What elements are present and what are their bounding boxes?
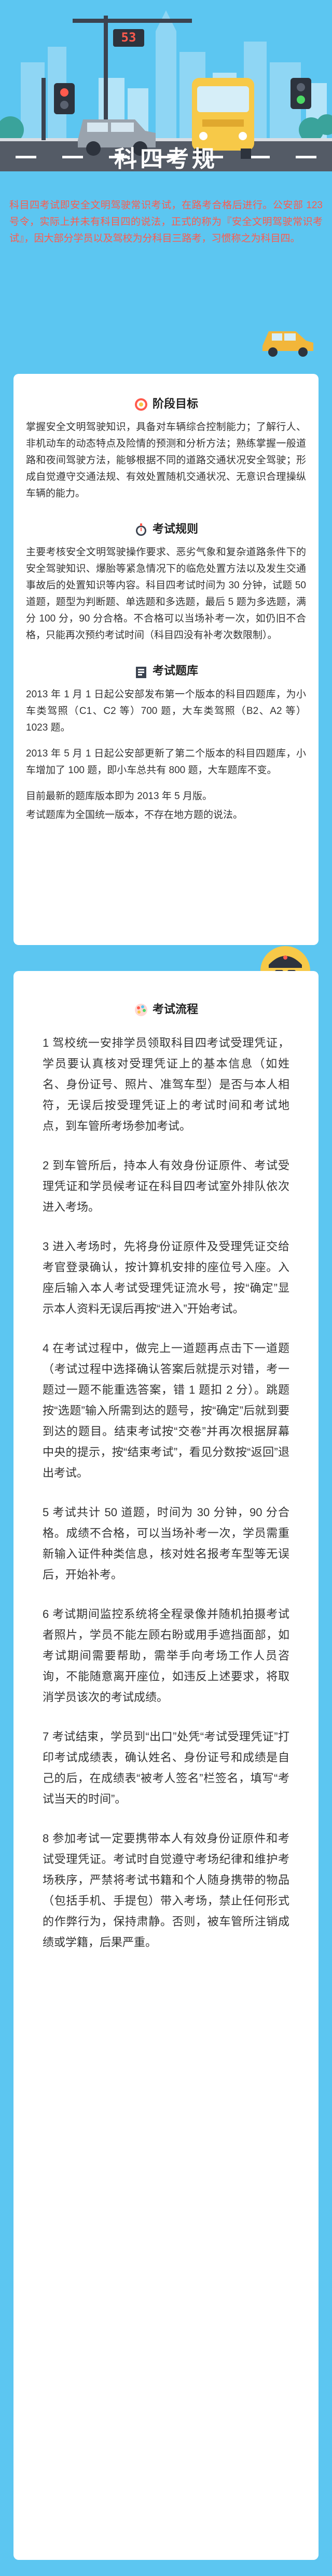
- bank-paragraph: 考试题库为全国统一版本，不存在地方题的说法。: [26, 809, 243, 820]
- flow-step: 6 考试期间监控系统将全程录像并随机拍摄考试者照片，学员不能左顾右盼或用手遮挡面…: [43, 1608, 289, 1704]
- bank-paragraph: 2013 年 1 月 1 日起公安部发布第一个版本的科目四题库，为小车类驾照（C…: [26, 689, 306, 733]
- stopwatch-icon: [135, 523, 146, 536]
- flow-step: 8 参加考试一定要携带本人有效身份证原件和考试受理凭证。考试时自觉遵守考场纪律和…: [43, 1832, 289, 1949]
- bank-paragraph: 目前最新的题库版本即为 2013 年 5 月版。: [26, 790, 212, 802]
- target-icon: [134, 398, 147, 411]
- flow-step: 1 驾校统一安排学员领取科目四考试受理凭证，学员要认真核对受理凭证上的基本信息（…: [43, 1036, 289, 1133]
- bank-paragraph: 2013 年 5 月 1 日起公安部更新了第二个版本的科目四题库，小车增加了 1…: [26, 748, 306, 776]
- info-card: 阶段目标 掌握安全文明驾驶知识，具备对车辆综合控制能力；了解行人、非机动车的动态…: [13, 374, 319, 945]
- book-icon: [135, 666, 146, 678]
- flow-card: 考试流程 1 驾校统一安排学员领取科目四考试受理凭证，学员要认真核对受理凭证上的…: [13, 971, 319, 2560]
- bank-heading: 考试题库: [13, 662, 319, 679]
- flow-heading: 考试流程: [13, 1000, 319, 1017]
- yellow-car-icon: [262, 331, 313, 357]
- goal-text: 掌握安全文明驾驶知识，具备对车辆综合控制能力；了解行人、非机动车的动态特点及险情…: [26, 422, 306, 500]
- page-title: 科四考规: [114, 146, 218, 172]
- bank-text: 2013 年 1 月 1 日起公安部发布第一个版本的科目四题库，为小车类驾照（C…: [13, 686, 319, 824]
- flow-step: 5 考试共计 50 道题，时间为 30 分钟，90 分合格。成绩不合格，可以当场…: [43, 1506, 289, 1582]
- flow-step: 3 进入考场时，先将身份证原件及受理凭证交给考官登录确认，按计算机安排的座位号入…: [43, 1240, 289, 1316]
- traffic-signal-countdown: 53: [121, 30, 136, 45]
- flow-step: 7 考试结束，学员到“出口”处凭“考试受理凭证”打印考试成绩表，确认姓名、身份证…: [43, 1730, 289, 1806]
- intro-text: 科目四考试即安全文明驾驶常识考试，在路考合格后进行。公安部 123 号令，实际上…: [9, 200, 323, 244]
- rules-text: 主要考核安全文明驾驶操作要求、恶劣气象和复杂道路条件下的安全驾驶知识、爆胎等紧急…: [26, 547, 306, 641]
- rules-heading: 考试规则: [13, 520, 319, 537]
- flow-step: 2 到车管所后，持本人有效身份证原件、考试受理凭证和学员候考证在科目四考试室外排…: [43, 1159, 289, 1214]
- flow-step: 4 在考试过程中，做完上一道题再点击下一道题（考试过程中选择确认答案后就提示对错…: [43, 1342, 289, 1480]
- palette-icon: [134, 1004, 147, 1017]
- flow-steps: 1 驾校统一安排学员领取科目四考试受理凭证，学员要认真核对受理凭证上的基本信息（…: [13, 1033, 319, 1953]
- goal-heading: 阶段目标: [13, 395, 319, 412]
